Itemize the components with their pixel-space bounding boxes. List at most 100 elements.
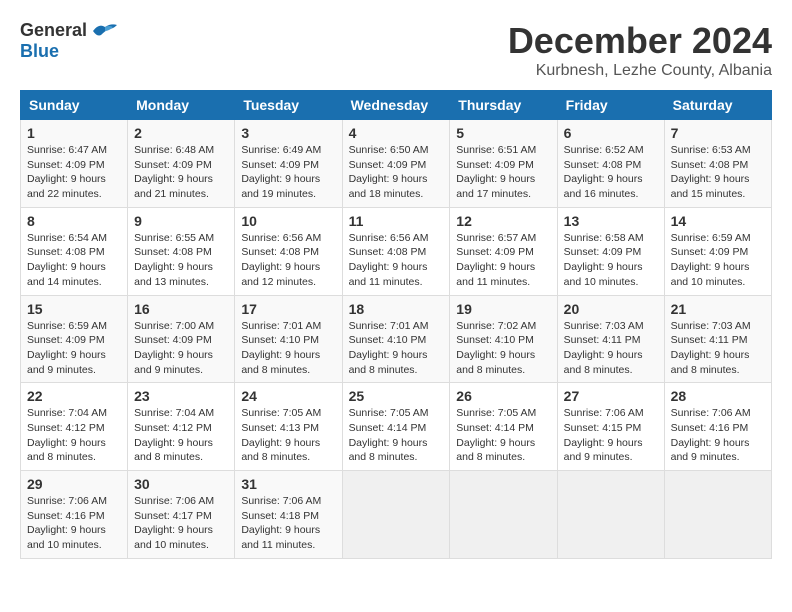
day-header-thursday: Thursday <box>450 91 557 120</box>
day-number: 20 <box>564 301 658 317</box>
day-number: 4 <box>349 125 444 141</box>
day-details: Sunrise: 6:48 AMSunset: 4:09 PMDaylight:… <box>134 143 228 202</box>
calendar-cell: 21Sunrise: 7:03 AMSunset: 4:11 PMDayligh… <box>664 295 771 383</box>
calendar-cell: 2 Sunrise: 6:48 AMSunset: 4:09 PMDaylight… <box>128 120 235 208</box>
day-number: 2 <box>134 125 228 141</box>
day-details: Sunrise: 7:06 AMSunset: 4:17 PMDaylight:… <box>134 494 228 553</box>
day-number: 27 <box>564 388 658 404</box>
day-details: Sunrise: 7:02 AMSunset: 4:10 PMDaylight:… <box>456 319 550 378</box>
day-number: 10 <box>241 213 335 229</box>
calendar-header-row: SundayMondayTuesdayWednesdayThursdayFrid… <box>21 91 772 120</box>
day-details: Sunrise: 7:05 AMSunset: 4:14 PMDaylight:… <box>456 406 550 465</box>
day-header-friday: Friday <box>557 91 664 120</box>
day-details: Sunrise: 6:47 AMSunset: 4:09 PMDaylight:… <box>27 143 121 202</box>
calendar-cell: 26 Sunrise: 7:05 AMSunset: 4:14 PMDayligh… <box>450 383 557 471</box>
day-number: 7 <box>671 125 765 141</box>
day-details: Sunrise: 7:00 AMSunset: 4:09 PMDaylight:… <box>134 319 228 378</box>
day-number: 17 <box>241 301 335 317</box>
calendar-cell: 20 Sunrise: 7:03 AMSunset: 4:11 PMDayligh… <box>557 295 664 383</box>
day-details: Sunrise: 7:05 AMSunset: 4:13 PMDaylight:… <box>241 406 335 465</box>
calendar-cell: 4 Sunrise: 6:50 AMSunset: 4:09 PMDaylight… <box>342 120 450 208</box>
calendar-cell: 22 Sunrise: 7:04 AMSunset: 4:12 PMDayligh… <box>21 383 128 471</box>
day-number: 5 <box>456 125 550 141</box>
calendar-week-5: 29 Sunrise: 7:06 AMSunset: 4:16 PMDayligh… <box>21 471 772 559</box>
day-details: Sunrise: 6:58 AMSunset: 4:09 PMDaylight:… <box>564 231 658 290</box>
day-details: Sunrise: 7:06 AMSunset: 4:16 PMDaylight:… <box>671 406 765 465</box>
day-number: 24 <box>241 388 335 404</box>
calendar-cell: 1 Sunrise: 6:47 AMSunset: 4:09 PMDaylight… <box>21 120 128 208</box>
calendar-cell: 27 Sunrise: 7:06 AMSunset: 4:15 PMDayligh… <box>557 383 664 471</box>
day-details: Sunrise: 7:05 AMSunset: 4:14 PMDaylight:… <box>349 406 444 465</box>
calendar-week-3: 15 Sunrise: 6:59 AMSunset: 4:09 PMDayligh… <box>21 295 772 383</box>
calendar-table: SundayMondayTuesdayWednesdayThursdayFrid… <box>20 90 772 559</box>
logo-general-text: General <box>20 20 87 41</box>
calendar-cell <box>664 471 771 559</box>
day-number: 8 <box>27 213 121 229</box>
day-number: 26 <box>456 388 550 404</box>
calendar-cell <box>450 471 557 559</box>
calendar-cell: 30 Sunrise: 7:06 AMSunset: 4:17 PMDayligh… <box>128 471 235 559</box>
day-details: Sunrise: 7:06 AMSunset: 4:16 PMDaylight:… <box>27 494 121 553</box>
day-details: Sunrise: 7:03 AMSunset: 4:11 PMDaylight:… <box>564 319 658 378</box>
calendar-cell: 3Sunrise: 6:49 AMSunset: 4:09 PMDaylight… <box>235 120 342 208</box>
day-number: 12 <box>456 213 550 229</box>
day-details: Sunrise: 7:06 AMSunset: 4:15 PMDaylight:… <box>564 406 658 465</box>
calendar-cell: 25Sunrise: 7:05 AMSunset: 4:14 PMDayligh… <box>342 383 450 471</box>
day-details: Sunrise: 6:55 AMSunset: 4:08 PMDaylight:… <box>134 231 228 290</box>
day-header-tuesday: Tuesday <box>235 91 342 120</box>
calendar-cell: 15 Sunrise: 6:59 AMSunset: 4:09 PMDayligh… <box>21 295 128 383</box>
calendar-cell: 10Sunrise: 6:56 AMSunset: 4:08 PMDayligh… <box>235 207 342 295</box>
calendar-cell: 24 Sunrise: 7:05 AMSunset: 4:13 PMDayligh… <box>235 383 342 471</box>
day-details: Sunrise: 6:59 AMSunset: 4:09 PMDaylight:… <box>27 319 121 378</box>
day-number: 30 <box>134 476 228 492</box>
day-details: Sunrise: 6:52 AMSunset: 4:08 PMDaylight:… <box>564 143 658 202</box>
day-details: Sunrise: 6:50 AMSunset: 4:09 PMDaylight:… <box>349 143 444 202</box>
day-details: Sunrise: 7:03 AMSunset: 4:11 PMDaylight:… <box>671 319 765 378</box>
calendar-cell: 12 Sunrise: 6:57 AMSunset: 4:09 PMDayligh… <box>450 207 557 295</box>
day-number: 3 <box>241 125 335 141</box>
calendar-cell: 9Sunrise: 6:55 AMSunset: 4:08 PMDaylight… <box>128 207 235 295</box>
day-number: 15 <box>27 301 121 317</box>
calendar-week-2: 8Sunrise: 6:54 AMSunset: 4:08 PMDaylight… <box>21 207 772 295</box>
calendar-cell: 13 Sunrise: 6:58 AMSunset: 4:09 PMDayligh… <box>557 207 664 295</box>
day-number: 6 <box>564 125 658 141</box>
calendar-cell <box>557 471 664 559</box>
day-number: 29 <box>27 476 121 492</box>
main-title: December 2024 <box>508 20 772 62</box>
day-details: Sunrise: 7:06 AMSunset: 4:18 PMDaylight:… <box>241 494 335 553</box>
day-number: 23 <box>134 388 228 404</box>
logo: General Blue <box>20 20 119 62</box>
title-section: December 2024 Kurbnesh, Lezhe County, Al… <box>508 20 772 80</box>
calendar-cell: 23 Sunrise: 7:04 AMSunset: 4:12 PMDayligh… <box>128 383 235 471</box>
day-details: Sunrise: 6:53 AMSunset: 4:08 PMDaylight:… <box>671 143 765 202</box>
day-header-saturday: Saturday <box>664 91 771 120</box>
day-number: 19 <box>456 301 550 317</box>
day-number: 14 <box>671 213 765 229</box>
day-header-sunday: Sunday <box>21 91 128 120</box>
calendar-week-1: 1 Sunrise: 6:47 AMSunset: 4:09 PMDaylight… <box>21 120 772 208</box>
calendar-cell <box>342 471 450 559</box>
day-number: 13 <box>564 213 658 229</box>
calendar-cell: 16Sunrise: 7:00 AMSunset: 4:09 PMDayligh… <box>128 295 235 383</box>
day-details: Sunrise: 7:01 AMSunset: 4:10 PMDaylight:… <box>241 319 335 378</box>
day-number: 1 <box>27 125 121 141</box>
day-details: Sunrise: 7:01 AMSunset: 4:10 PMDaylight:… <box>349 319 444 378</box>
calendar-cell: 8Sunrise: 6:54 AMSunset: 4:08 PMDaylight… <box>21 207 128 295</box>
day-details: Sunrise: 6:57 AMSunset: 4:09 PMDaylight:… <box>456 231 550 290</box>
calendar-week-4: 22 Sunrise: 7:04 AMSunset: 4:12 PMDayligh… <box>21 383 772 471</box>
day-number: 18 <box>349 301 444 317</box>
day-details: Sunrise: 7:04 AMSunset: 4:12 PMDaylight:… <box>27 406 121 465</box>
day-details: Sunrise: 6:59 AMSunset: 4:09 PMDaylight:… <box>671 231 765 290</box>
calendar-cell: 7 Sunrise: 6:53 AMSunset: 4:08 PMDaylight… <box>664 120 771 208</box>
day-header-wednesday: Wednesday <box>342 91 450 120</box>
day-number: 22 <box>27 388 121 404</box>
calendar-cell: 5Sunrise: 6:51 AMSunset: 4:09 PMDaylight… <box>450 120 557 208</box>
day-details: Sunrise: 6:56 AMSunset: 4:08 PMDaylight:… <box>349 231 444 290</box>
day-details: Sunrise: 7:04 AMSunset: 4:12 PMDaylight:… <box>134 406 228 465</box>
logo-blue-text: Blue <box>20 41 59 62</box>
calendar-cell: 14 Sunrise: 6:59 AMSunset: 4:09 PMDayligh… <box>664 207 771 295</box>
calendar-cell: 6 Sunrise: 6:52 AMSunset: 4:08 PMDaylight… <box>557 120 664 208</box>
calendar-cell: 11Sunrise: 6:56 AMSunset: 4:08 PMDayligh… <box>342 207 450 295</box>
day-number: 28 <box>671 388 765 404</box>
calendar-cell: 18 Sunrise: 7:01 AMSunset: 4:10 PMDayligh… <box>342 295 450 383</box>
